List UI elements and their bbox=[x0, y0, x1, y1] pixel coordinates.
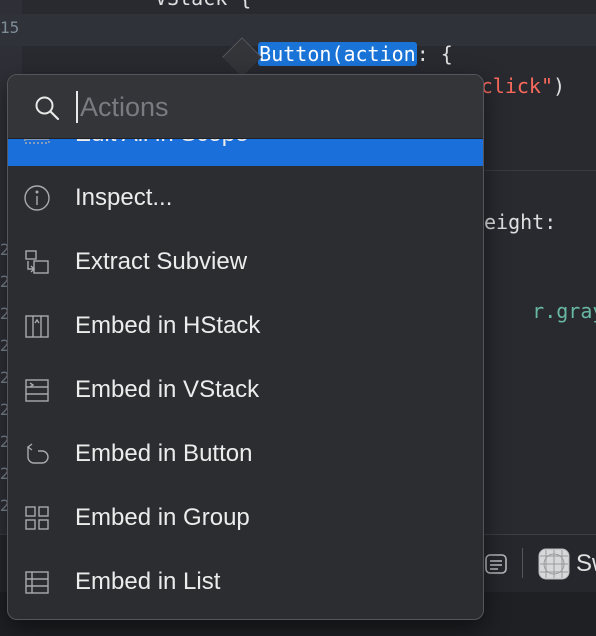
info-icon bbox=[22, 183, 52, 213]
action-item-label: Inspect... bbox=[75, 184, 173, 211]
action-item-extract-subview[interactable]: Extract Subview bbox=[8, 230, 483, 294]
xcode-window: 15 2 2 2 2 2 2 2 2 2 VStack { Button(act… bbox=[0, 0, 596, 636]
action-item-embed-in-button[interactable]: Embed in Button bbox=[8, 422, 483, 486]
code-text: r bbox=[532, 299, 545, 323]
action-item-embed-in-vstack[interactable]: Embed in VStack bbox=[8, 358, 483, 422]
code-fragment: eight: bbox=[484, 210, 557, 234]
code-line-vstack[interactable]: VStack { bbox=[155, 0, 251, 10]
code-text: ) bbox=[553, 74, 566, 98]
action-item-embed-in-hstack[interactable]: Embed in HStack bbox=[8, 294, 483, 358]
swift-grid-icon[interactable] bbox=[538, 548, 570, 580]
search-bar bbox=[8, 75, 483, 139]
action-item-label: Embed in HStack bbox=[75, 312, 261, 339]
action-item-label: Extract Subview bbox=[75, 248, 248, 275]
actions-popover: Edit All in Scope Inspect... Extract Sub… bbox=[7, 74, 484, 620]
action-item-label: Embed in List bbox=[75, 568, 221, 595]
code-fragment: r.gray) bbox=[484, 275, 596, 347]
toolbar-divider bbox=[522, 548, 523, 578]
extract-subview-icon bbox=[22, 247, 52, 277]
action-item-label: Embed in Button bbox=[75, 440, 253, 467]
line-number: 15 bbox=[0, 18, 20, 37]
toolbar-label: Sw bbox=[576, 550, 596, 577]
code-function: .gray bbox=[544, 299, 596, 323]
embed-button-icon bbox=[22, 439, 52, 469]
embed-hstack-icon bbox=[22, 311, 52, 341]
action-item-embed-in-list[interactable]: Embed in List bbox=[8, 550, 483, 614]
actions-search-input[interactable] bbox=[80, 87, 460, 127]
search-icon bbox=[34, 95, 60, 121]
action-item-inspect[interactable]: Inspect... bbox=[8, 166, 483, 230]
action-item-label: Embed in Group bbox=[75, 504, 250, 531]
embed-vstack-icon bbox=[22, 375, 52, 405]
action-item-label: Embed in VStack bbox=[75, 376, 260, 403]
embed-list-icon bbox=[22, 567, 52, 597]
action-item-embed-in-group[interactable]: Embed in Group bbox=[8, 486, 483, 550]
inspector-toggle-icon[interactable] bbox=[484, 552, 508, 576]
text-caret bbox=[76, 91, 78, 123]
embed-group-icon bbox=[22, 503, 52, 533]
